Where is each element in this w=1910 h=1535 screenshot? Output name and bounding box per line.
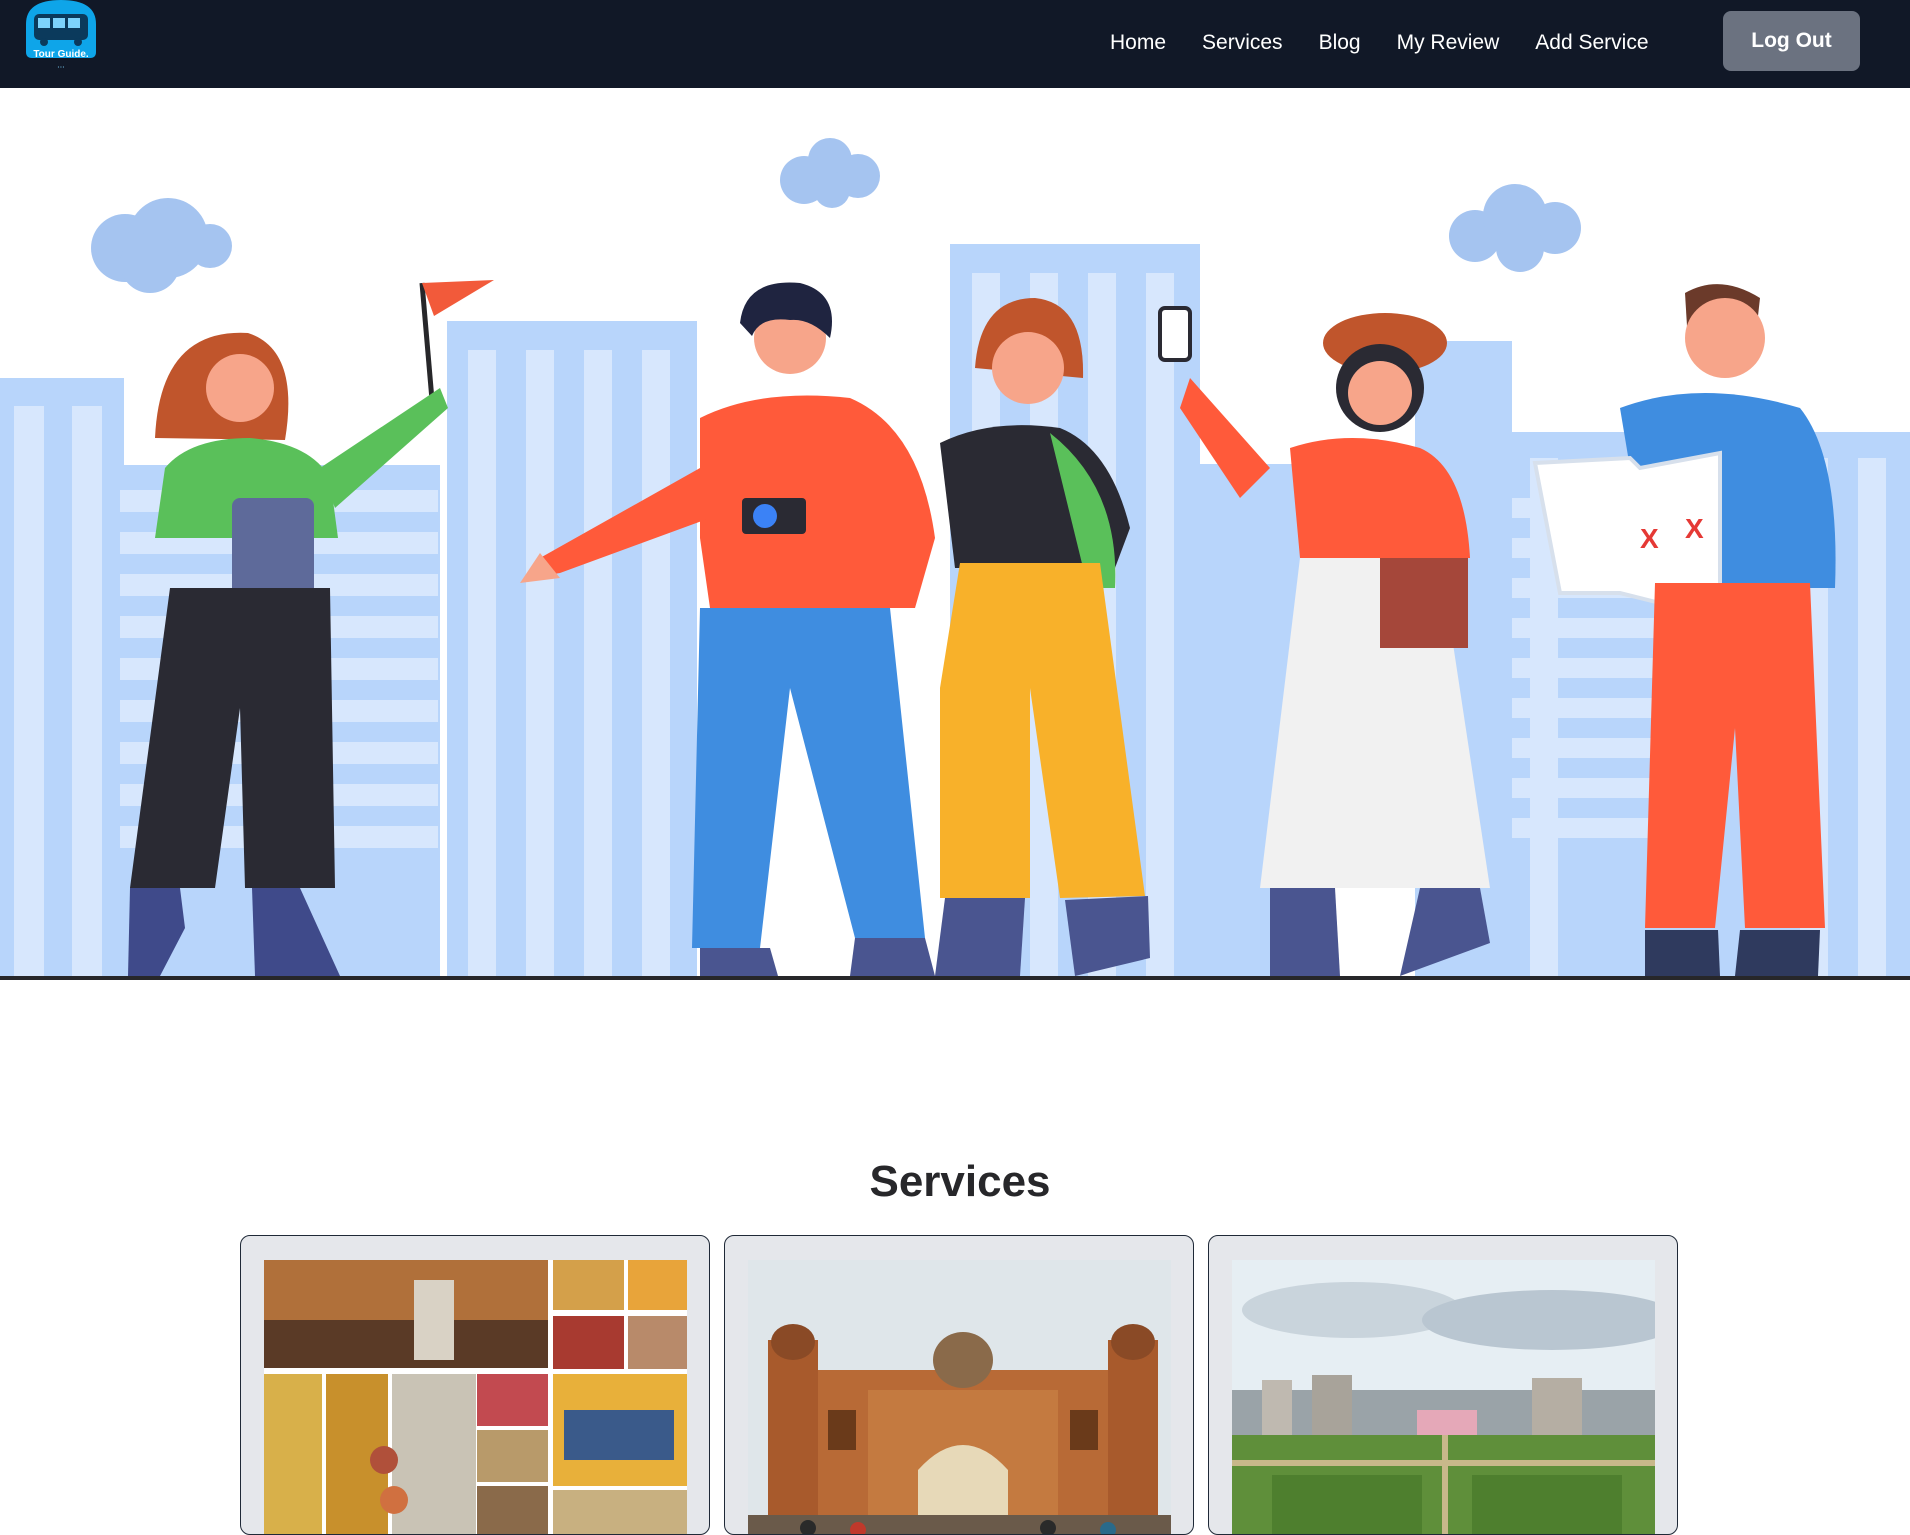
hero-banner: X X [0,88,1910,980]
service-card-image [264,1260,687,1534]
lalbagh-fort-mughal-gate-photo [748,1260,1171,1534]
cloud-icon [1449,184,1581,272]
cloud-icon [780,138,880,208]
logo[interactable]: Tour Guide. • • • [24,0,98,74]
svg-text:X: X [1685,513,1704,544]
service-card-image [748,1260,1171,1534]
lalbagh-fort-gardens-city-photo [1232,1260,1655,1534]
nav-services[interactable]: Services [1202,31,1283,55]
service-card[interactable] [1208,1235,1678,1535]
logo-text: Tour Guide. [33,49,89,60]
navbar: Tour Guide. • • • Home Services Blog My … [0,0,1910,88]
services-heading: Services [869,1156,1051,1206]
cloud-icon [91,198,232,293]
bangladesh-culture-collage-photo [264,1260,687,1534]
service-card[interactable] [240,1235,710,1535]
bus-logo-icon: Tour Guide. • • • [26,0,96,69]
nav-add-service[interactable]: Add Service [1535,31,1648,55]
svg-text:X: X [1640,523,1659,554]
ground-line [0,976,1910,980]
svg-text:• • •: • • • [58,64,65,69]
service-card-image [1232,1260,1655,1534]
nav-blog[interactable]: Blog [1319,31,1361,55]
nav-links: Home Services Blog My Review Add Service [1110,0,1685,86]
logout-button[interactable]: Log Out [1723,11,1860,71]
hero-illustration: X X [0,138,1910,980]
nav-home[interactable]: Home [1110,31,1166,55]
nav-my-review[interactable]: My Review [1397,31,1500,55]
service-card[interactable] [724,1235,1194,1535]
